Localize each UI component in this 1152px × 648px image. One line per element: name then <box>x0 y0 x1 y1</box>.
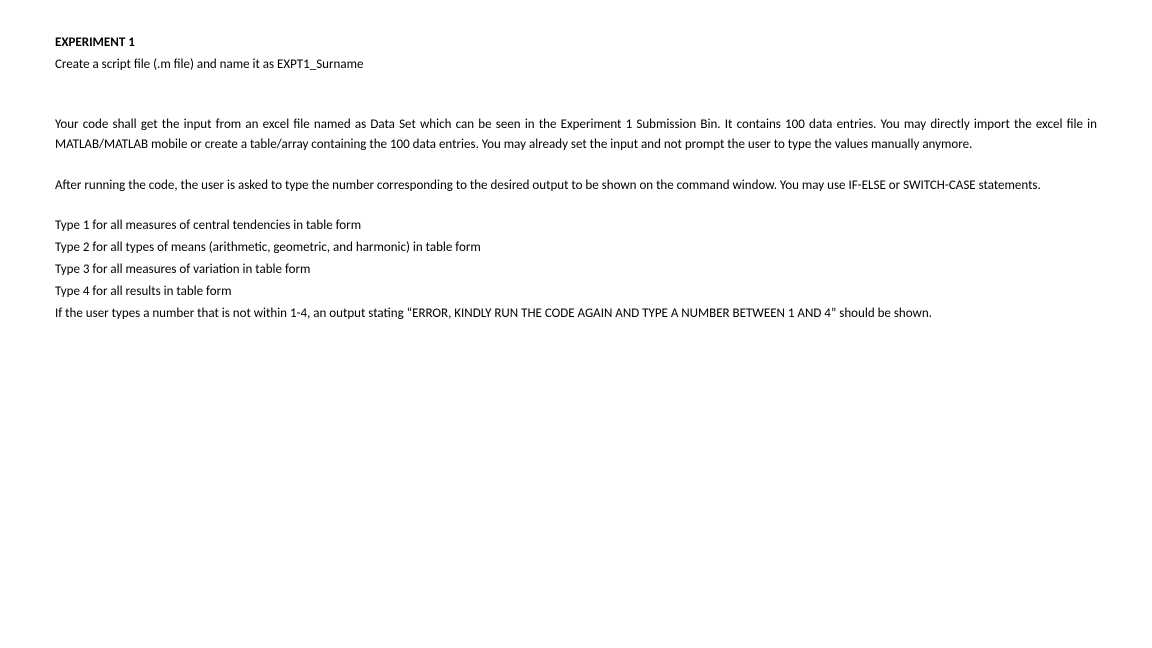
option-type-1: Type 1 for all measures of central tende… <box>55 216 1097 236</box>
error-note: If the user types a number that is not w… <box>55 304 1097 324</box>
paragraph-input-description: Your code shall get the input from an ex… <box>55 115 1097 155</box>
document-content: EXPERIMENT 1 Create a script file (.m fi… <box>55 33 1097 324</box>
paragraph-instruction: After running the code, the user is aske… <box>55 176 1097 196</box>
option-type-4: Type 4 for all results in table form <box>55 282 1097 302</box>
intro-paragraph: Create a script file (.m file) and name … <box>55 55 1097 75</box>
document-title: EXPERIMENT 1 <box>55 33 1097 53</box>
option-type-2: Type 2 for all types of means (arithmeti… <box>55 238 1097 258</box>
option-type-3: Type 3 for all measures of variation in … <box>55 260 1097 280</box>
